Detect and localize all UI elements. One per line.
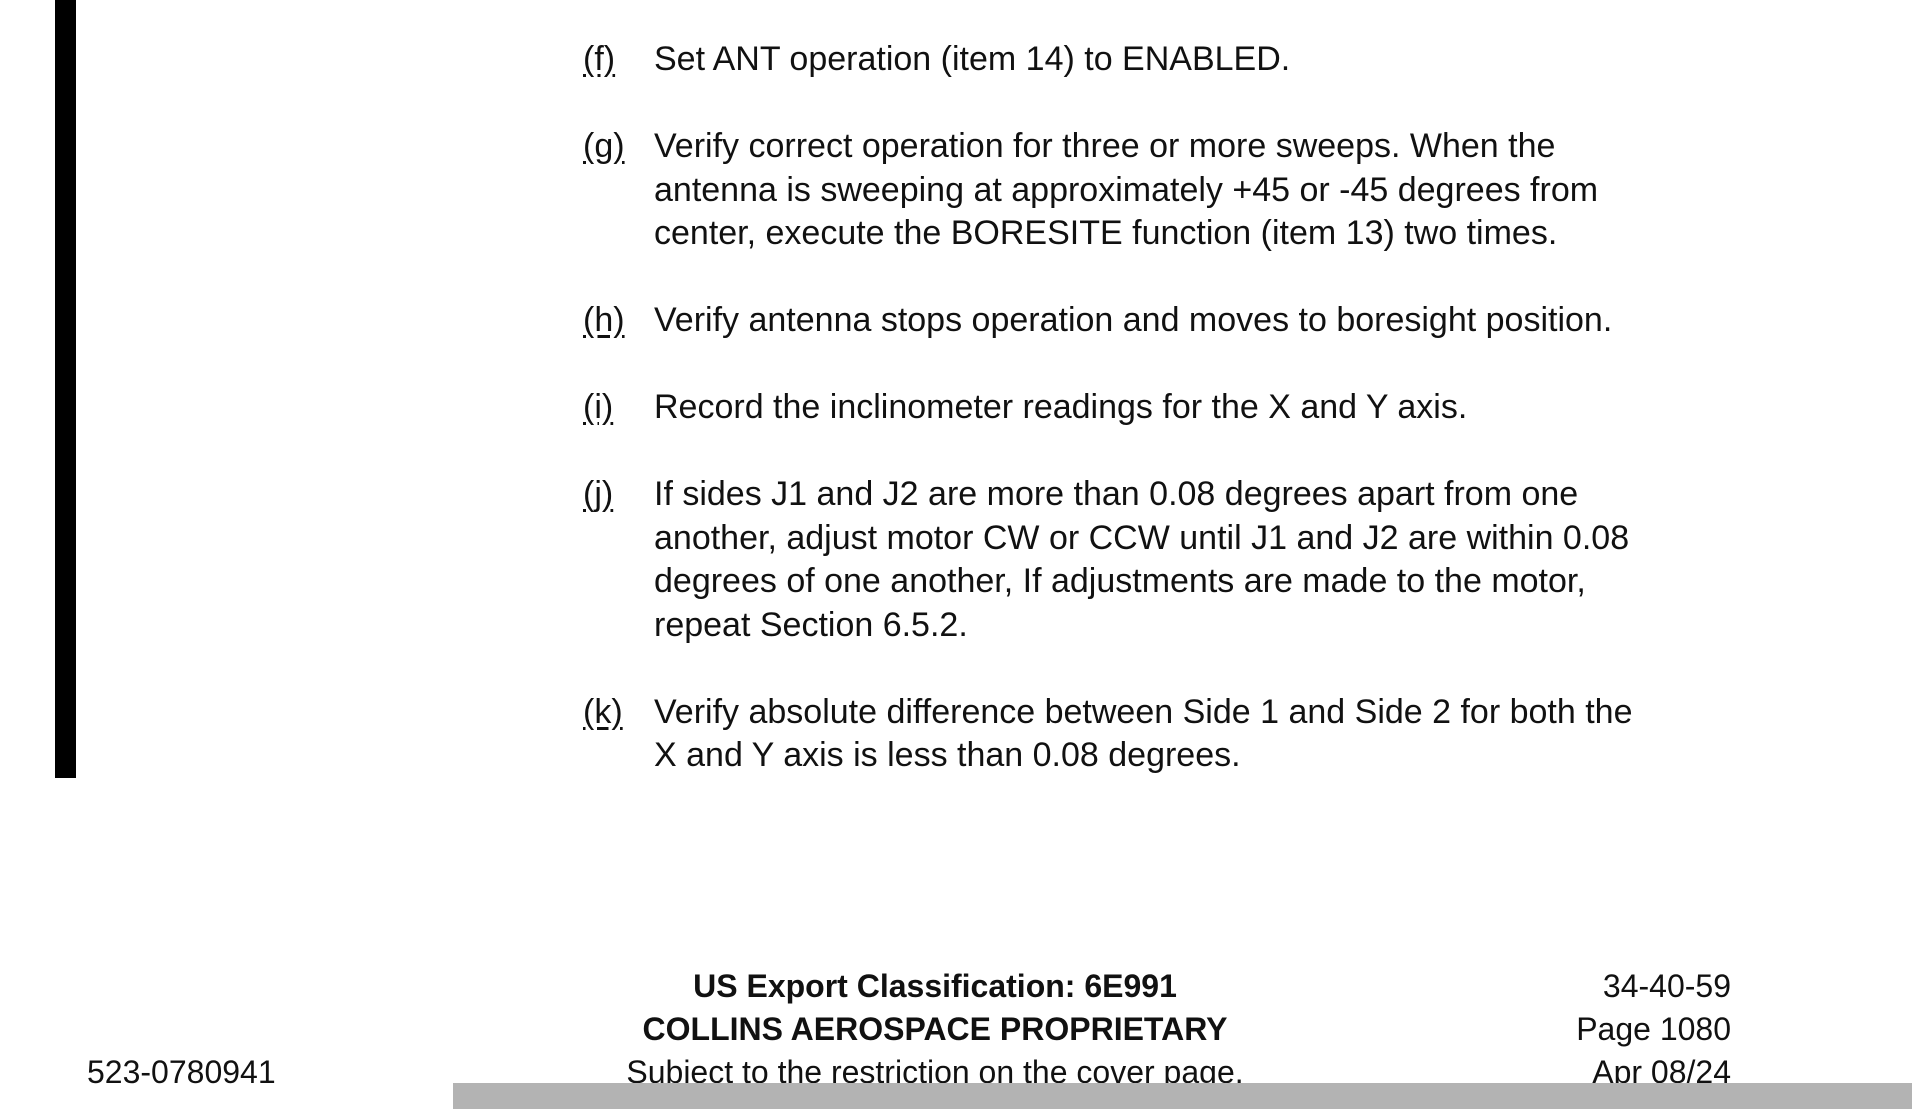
step-text-line: another, adjust motor CW or CCW until J1…	[654, 518, 1630, 557]
procedure-step: (i) Record the inclinometer readings for …	[583, 386, 1743, 430]
step-text-line: X and Y axis is less than 0.08 degrees.	[654, 736, 1241, 774]
step-text-line: Verify antenna stops operation and moves…	[654, 301, 1613, 339]
procedure-steps: (f) Set ANT operation (item 14) to ENABLE…	[583, 38, 1743, 821]
step-text-line: Verify absolute difference between Side …	[654, 692, 1633, 731]
step-text-line: If sides J1 and J2 are more than 0.08 de…	[654, 475, 1579, 513]
step-text: If sides J1 and J2 are more than 0.08 de…	[654, 473, 1743, 647]
step-text: Record the inclinometer readings for the…	[654, 386, 1743, 430]
step-text-line: center, execute the BORESITE function (i…	[654, 214, 1558, 252]
procedure-step: (k) Verify absolute difference between Si…	[583, 691, 1743, 778]
step-letter: (h)	[583, 301, 625, 339]
export-classification: US Export Classification: 6E991	[693, 968, 1177, 1004]
step-text-line: Verify correct operation for three or mo…	[654, 127, 1556, 165]
step-letter: (i)	[583, 388, 614, 426]
revision-change-bar	[55, 0, 76, 778]
proprietary-notice: COLLINS AEROSPACE PROPRIETARY	[642, 1011, 1228, 1047]
step-letter: (k)	[583, 692, 623, 731]
procedure-step: (j) If sides J1 and J2 are more than 0.08…	[583, 473, 1743, 647]
footer-right-block: 34-40-59 Page 1080 Apr 08/24	[1576, 965, 1731, 1094]
step-text-line: degrees of one another, If adjustments a…	[654, 562, 1586, 600]
procedure-step: (h) Verify antenna stops operation and mo…	[583, 299, 1743, 343]
procedure-step: (g) Verify correct operation for three or…	[583, 125, 1743, 256]
procedure-step: (f) Set ANT operation (item 14) to ENABLE…	[583, 38, 1743, 82]
step-text-line: Record the inclinometer readings for the…	[654, 388, 1468, 426]
step-text: Set ANT operation (item 14) to ENABLED.	[654, 38, 1743, 82]
page-number: Page 1080	[1576, 1011, 1731, 1047]
step-text: Verify antenna stops operation and moves…	[654, 299, 1743, 343]
step-text: Verify absolute difference between Side …	[654, 691, 1743, 778]
ata-chapter-number: 34-40-59	[1602, 968, 1731, 1004]
step-text-line: Set ANT operation (item 14) to ENABLED.	[654, 40, 1291, 78]
step-text-line: antenna is sweeping at approximately +45…	[654, 170, 1599, 209]
step-text: Verify correct operation for three or mo…	[654, 125, 1743, 256]
step-letter: (g)	[583, 127, 625, 165]
document-number: 523-0780941	[87, 1054, 276, 1090]
step-letter: (f)	[583, 40, 616, 78]
step-text-line: repeat Section 6.5.2.	[654, 605, 968, 644]
horizontal-scrollbar[interactable]	[453, 1083, 1912, 1109]
footer-center-block: US Export Classification: 6E991 COLLINS …	[535, 965, 1335, 1094]
step-letter: (j)	[583, 475, 614, 513]
